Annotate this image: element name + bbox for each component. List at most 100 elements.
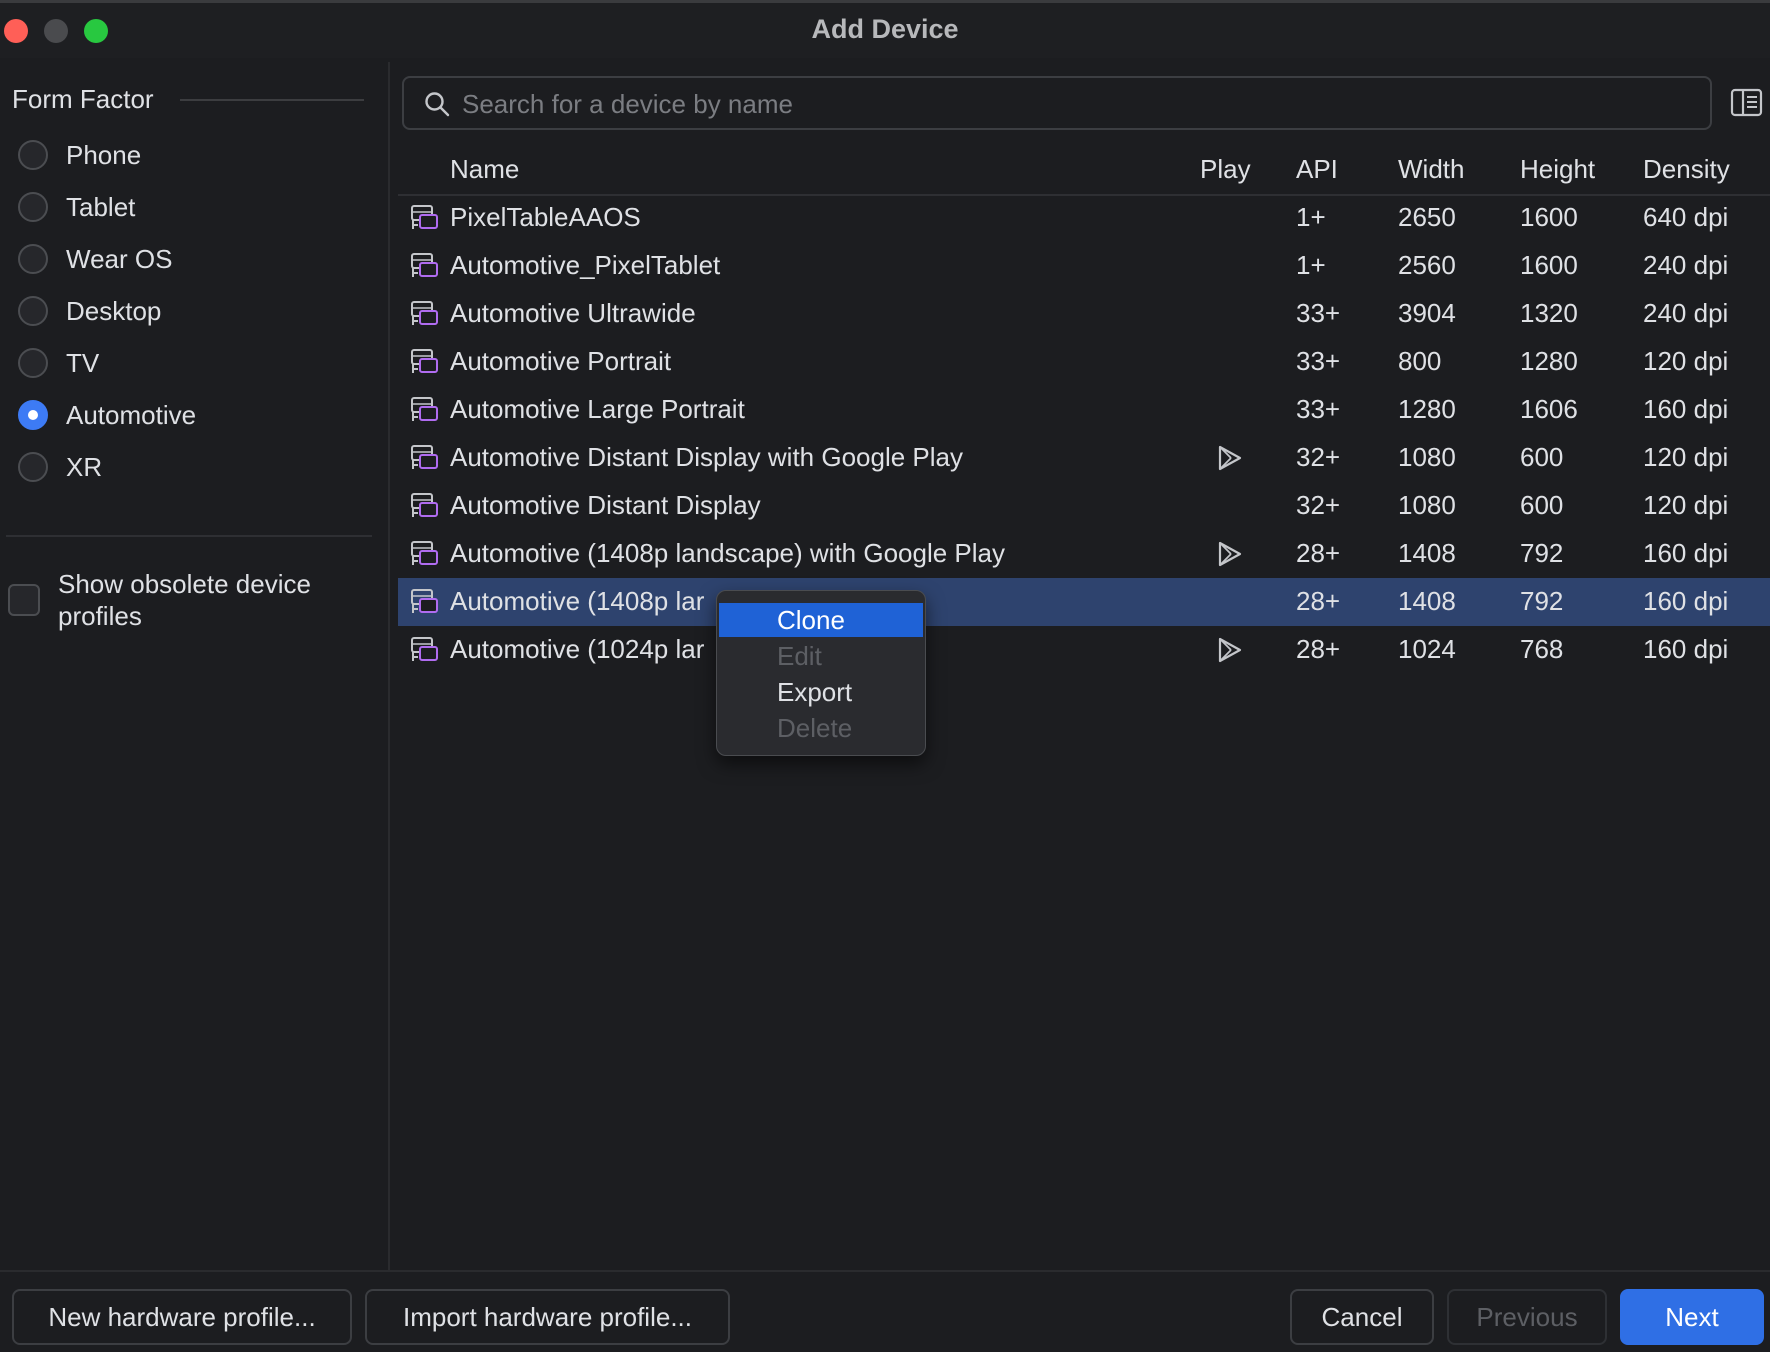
- cell-width: 2560: [1398, 250, 1456, 280]
- car-display-icon: [410, 396, 440, 429]
- cell-height: 600: [1520, 442, 1564, 472]
- car-display-icon: [410, 252, 440, 285]
- form-factor-option-wear-os[interactable]: Wear OS: [18, 239, 172, 279]
- radio-button[interactable]: [18, 348, 48, 378]
- context-menu-edit: Edit: [777, 641, 822, 671]
- car-display-icon: [410, 540, 440, 573]
- cell-height: 1320: [1520, 298, 1578, 328]
- cell-height: 792: [1520, 586, 1564, 616]
- car-display-icon: [410, 348, 440, 381]
- column-header-density[interactable]: Density: [1643, 154, 1730, 185]
- table-row[interactable]: PixelTableAAOS 1+ 2650 1600 640 dpi: [398, 194, 1770, 242]
- form-factor-heading: Form Factor: [12, 84, 154, 114]
- cell-width: 3904: [1398, 298, 1456, 328]
- cell-api: 32+: [1296, 490, 1341, 520]
- cell-density: 120 dpi: [1643, 442, 1729, 472]
- table-row[interactable]: Automotive Ultrawide 33+ 3904 1320 240 dpi: [398, 290, 1770, 338]
- import-hardware-profile-button[interactable]: Import hardware profile...: [365, 1289, 730, 1345]
- search-input[interactable]: [460, 84, 1684, 124]
- radio-label: TV: [66, 347, 100, 378]
- cell-density: 160 dpi: [1643, 586, 1729, 616]
- form-factor-option-xr[interactable]: XR: [18, 447, 102, 487]
- previous-button: Previous: [1447, 1289, 1607, 1345]
- device-search-box[interactable]: [402, 76, 1712, 130]
- cell-density: 160 dpi: [1643, 634, 1729, 664]
- context-menu-delete: Delete: [777, 713, 853, 743]
- cell-api: 28+: [1296, 634, 1341, 664]
- context-menu-export[interactable]: Export: [719, 675, 923, 709]
- cell-density: 240 dpi: [1643, 298, 1729, 328]
- cell-width: 1280: [1398, 394, 1456, 424]
- window-title: Add Device: [811, 14, 959, 44]
- cell-height: 1600: [1520, 202, 1578, 232]
- table-row[interactable]: Automotive (1408p lar 28+ 1408 792 160 dpi: [398, 578, 1770, 626]
- cell-api: 33+: [1296, 298, 1341, 328]
- footer-separator: [0, 1270, 1770, 1272]
- cell-name: Automotive (1024p lar: [450, 634, 705, 664]
- cell-height: 1280: [1520, 346, 1578, 376]
- cell-width: 2650: [1398, 202, 1456, 232]
- next-button[interactable]: Next: [1620, 1289, 1764, 1345]
- context-menu: Clone Edit Export Delete: [716, 590, 926, 756]
- cell-api: 32+: [1296, 442, 1341, 472]
- cell-api: 28+: [1296, 586, 1341, 616]
- cell-width: 800: [1398, 346, 1442, 376]
- radio-label: Automotive: [66, 399, 197, 430]
- form-factor-option-tv[interactable]: TV: [18, 343, 99, 383]
- show-obsolete-option[interactable]: Show obsolete device profiles: [8, 568, 358, 632]
- cell-density: 240 dpi: [1643, 250, 1729, 280]
- radio-button[interactable]: [18, 140, 48, 170]
- column-header-height[interactable]: Height: [1520, 154, 1595, 185]
- cell-density: 640 dpi: [1643, 202, 1729, 232]
- table-row[interactable]: Automotive Large Portrait 33+ 1280 1606 160 …: [398, 386, 1770, 434]
- show-obsolete-checkbox[interactable]: [8, 584, 40, 616]
- sidebar-divider: [388, 62, 390, 1270]
- table-row[interactable]: Automotive Portrait 33+ 800 1280 120 dpi: [398, 338, 1770, 386]
- cancel-button[interactable]: Cancel: [1290, 1289, 1434, 1345]
- cell-height: 1600: [1520, 250, 1578, 280]
- table-row[interactable]: Automotive Distant Display with Google P…: [398, 434, 1770, 482]
- radio-button[interactable]: [18, 452, 48, 482]
- new-hardware-profile-button[interactable]: New hardware profile...: [12, 1289, 352, 1345]
- cell-height: 768: [1520, 634, 1564, 664]
- context-menu-clone[interactable]: Clone: [719, 603, 923, 637]
- cell-api: 33+: [1296, 346, 1341, 376]
- car-display-icon: [410, 492, 440, 525]
- cell-name: Automotive Distant Display: [450, 490, 761, 520]
- cell-width: 1080: [1398, 490, 1456, 520]
- cell-density: 160 dpi: [1643, 394, 1729, 424]
- radio-button[interactable]: [18, 400, 48, 430]
- title-bar: Add Device: [0, 0, 1770, 58]
- form-factor-option-automotive[interactable]: Automotive: [18, 395, 196, 435]
- cell-api: 1+: [1296, 202, 1326, 232]
- cell-width: 1080: [1398, 442, 1456, 472]
- radio-button[interactable]: [18, 296, 48, 326]
- details-panel-icon[interactable]: [1730, 86, 1764, 120]
- cell-api: 1+: [1296, 250, 1326, 280]
- radio-label: XR: [66, 451, 103, 482]
- top-edge: [0, 0, 1770, 3]
- table-row[interactable]: Automotive (1024p lar 28+ 1024 768 160 dpi: [398, 626, 1770, 674]
- google-play-icon: [1216, 444, 1244, 477]
- column-header-name[interactable]: Name: [450, 154, 519, 185]
- table-row[interactable]: Automotive (1408p landscape) with Google…: [398, 530, 1770, 578]
- radio-button[interactable]: [18, 244, 48, 274]
- cell-name: Automotive (1408p landscape) with Google…: [450, 538, 1005, 568]
- form-factor-option-phone[interactable]: Phone: [18, 135, 141, 175]
- car-display-icon: [410, 300, 440, 333]
- cell-height: 792: [1520, 538, 1564, 568]
- cell-name: Automotive Ultrawide: [450, 298, 696, 328]
- car-display-icon: [410, 444, 440, 477]
- radio-button[interactable]: [18, 192, 48, 222]
- cell-density: 120 dpi: [1643, 490, 1729, 520]
- radio-label: Desktop: [66, 295, 162, 326]
- form-factor-option-desktop[interactable]: Desktop: [18, 291, 161, 331]
- column-header-api[interactable]: API: [1296, 154, 1338, 185]
- car-display-icon: [410, 636, 440, 669]
- column-header-width[interactable]: Width: [1398, 154, 1464, 185]
- table-row[interactable]: Automotive Distant Display 32+ 1080 600 120 …: [398, 482, 1770, 530]
- column-header-play[interactable]: Play: [1200, 154, 1251, 185]
- form-factor-option-tablet[interactable]: Tablet: [18, 187, 135, 227]
- table-row[interactable]: Automotive_PixelTablet 1+ 2560 1600 240 dpi: [398, 242, 1770, 290]
- radio-label: Phone: [66, 139, 142, 170]
